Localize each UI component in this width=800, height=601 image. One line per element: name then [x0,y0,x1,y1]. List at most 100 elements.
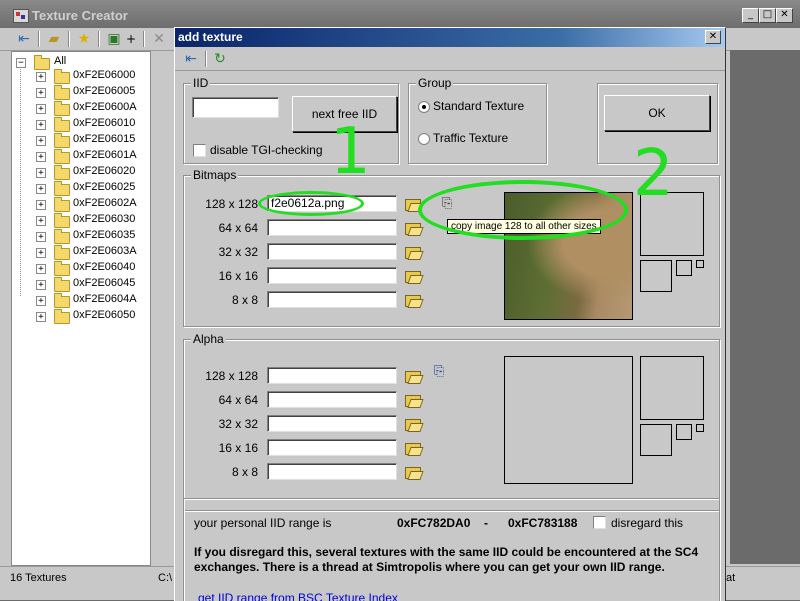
expand-icon[interactable]: + [36,120,46,130]
open-file-icon[interactable] [405,271,421,283]
texture-tree[interactable]: − All +0xF2E06000 +0xF2E06005 +0xF2E0600A +… [11,51,151,566]
open-file-icon[interactable] [405,371,421,383]
dialog-titlebar[interactable]: add texture ✕ [175,28,725,47]
open-file-icon[interactable] [405,295,421,307]
folder-icon [54,117,70,132]
star-icon[interactable]: ★ [74,30,94,48]
expand-icon[interactable]: + [36,152,46,162]
folder-icon [54,181,70,196]
disable-tgi-checkbox[interactable] [193,144,206,157]
annotation-ellipse-copy [418,180,628,240]
alpha-file-input[interactable] [267,391,397,408]
main-titlebar[interactable]: Texture Creator _ □ ✕ [0,0,800,28]
alpha-group-label: Alpha [191,332,226,346]
exit-icon[interactable]: ⇤ [181,50,201,68]
alpha-file-input[interactable] [267,367,397,384]
toolbar-separator [143,31,145,47]
iid-group-label: IID [191,76,211,90]
expand-icon[interactable]: + [36,248,46,258]
tree-item-label: 0xF2E0602A [73,197,137,209]
open-file-icon[interactable] [405,223,421,235]
iid-input[interactable] [192,97,279,118]
maximize-button[interactable]: □ [759,8,776,23]
bitmaps-size-label: 8 x 8 [231,293,258,307]
dialog-close-button[interactable]: ✕ [705,30,721,44]
alpha-file-input[interactable] [267,415,397,432]
expand-icon[interactable]: + [36,168,46,178]
toolbar-separator [205,51,207,67]
open-folder-icon[interactable]: ▰ [44,30,64,48]
ok-button[interactable]: OK [604,95,710,131]
tree-item-label: 0xF2E0603A [73,245,137,257]
expand-icon[interactable]: + [36,312,46,322]
delete-icon[interactable]: ✕ [149,30,169,48]
bitmaps-size-label: 64 x 64 [218,221,258,235]
folder-icon [54,293,70,308]
alpha-file-input[interactable] [267,439,397,456]
expand-icon[interactable]: + [36,296,46,306]
bitmaps-file-input[interactable] [267,267,397,284]
expand-icon[interactable]: + [36,216,46,226]
bitmaps-size-label: 32 x 32 [218,245,258,259]
tree-item-label: 0xF2E0604A [73,293,137,305]
copy-alpha-icon[interactable]: ⎘ [434,364,452,380]
expand-icon[interactable]: + [36,200,46,210]
alpha-file-input[interactable] [267,463,397,480]
alpha-preview-8 [696,424,704,432]
alpha-size-label: 8 x 8 [231,465,258,479]
close-button[interactable]: ✕ [776,8,793,23]
expand-icon[interactable]: + [36,232,46,242]
expand-icon[interactable]: + [36,136,46,146]
expand-icon[interactable]: + [36,104,46,114]
iid-warning-text: If you disregard this, several textures … [194,545,699,574]
tree-item-label: 0xF2E06030 [73,213,136,225]
traffic-texture-radio[interactable] [418,133,430,145]
tree-item-label: 0xF2E06045 [73,277,136,289]
folder-icon [54,197,70,212]
status-right-text: at [726,572,736,584]
open-file-icon[interactable] [405,395,421,407]
alpha-group: Alpha 128 x 128 64 x 64 32 x 32 16 x 16 8 x … [183,332,720,511]
iid-range-label: your personal IID range is [194,516,332,530]
folder-icon [34,55,50,70]
tree-item-label: 0xF2E06035 [73,229,136,241]
exit-icon[interactable]: ⇤ [14,30,34,48]
iid-range-panel: your personal IID range is 0xFC782DA0 - … [183,498,720,601]
bitmaps-file-input[interactable] [267,219,397,236]
folder-icon [54,149,70,164]
bitmaps-file-input[interactable] [267,291,397,308]
tree-item-label: 0xF2E06005 [73,85,136,97]
expand-icon[interactable]: + [36,264,46,274]
collapse-icon[interactable]: − [16,58,26,68]
expand-icon[interactable]: + [36,72,46,82]
expand-icon[interactable]: + [36,88,46,98]
toolbar-separator [68,31,70,47]
tree-item-label: 0xF2E06050 [73,309,136,321]
open-file-icon[interactable] [405,467,421,479]
open-file-icon[interactable] [405,419,421,431]
expand-icon[interactable]: + [36,280,46,290]
toolbar-separator [38,31,40,47]
folder-icon [54,229,70,244]
standard-texture-radio[interactable] [418,101,430,113]
bitmaps-file-input[interactable] [267,243,397,260]
expand-icon[interactable]: + [36,184,46,194]
alpha-preview-64 [640,356,704,420]
tree-item-label: 0xF2E06010 [73,117,136,129]
open-file-icon[interactable] [405,443,421,455]
tree-item-label: 0xF2E06025 [73,181,136,193]
disregard-checkbox[interactable] [593,516,606,529]
alpha-size-label: 16 x 16 [218,441,258,455]
add-plus-label: + [125,32,137,46]
group-label: Group [416,76,454,90]
tree-item-label: 0xF2E06040 [73,261,136,273]
tree-item-label: 0xF2E06000 [73,69,136,81]
open-file-icon[interactable] [405,247,421,259]
tree-item-label: 0xF2E06020 [73,165,136,177]
add-texture-dialog: add texture ✕ ⇤ ↻ IID next free IID disa… [174,27,726,601]
folder-icon [54,133,70,148]
refresh-icon[interactable]: ↻ [210,50,230,68]
bitmaps-size-label: 128 x 128 [205,197,258,211]
minimize-button[interactable]: _ [742,8,759,23]
disregard-label: disregard this [611,516,684,530]
